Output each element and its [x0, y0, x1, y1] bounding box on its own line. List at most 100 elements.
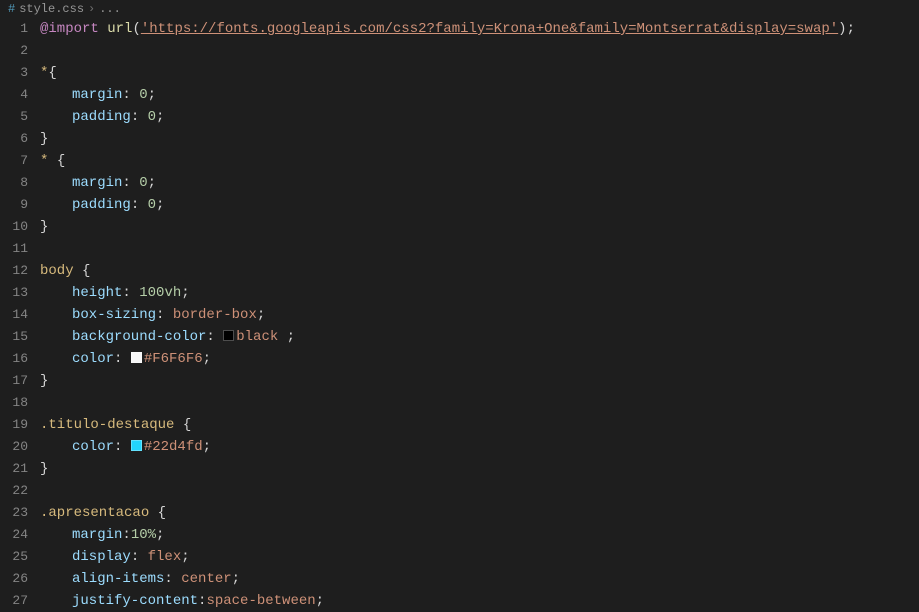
code-token: :	[156, 307, 173, 323]
code-token: margin	[72, 87, 122, 103]
code-token: ;	[203, 351, 211, 367]
code-token: box-sizing	[72, 307, 156, 323]
code-line[interactable]: color: #22d4fd;	[40, 436, 911, 458]
code-token: ;	[181, 549, 189, 565]
line-number-gutter: 1234567891011121314151617181920212223242…	[0, 18, 40, 612]
code-token: 0	[148, 109, 156, 125]
code-line[interactable]: padding: 0;	[40, 194, 911, 216]
code-token	[149, 505, 157, 521]
code-line[interactable]	[40, 238, 911, 260]
code-token: display	[72, 549, 131, 565]
code-token: }	[40, 219, 48, 235]
code-line[interactable]: }	[40, 458, 911, 480]
code-token: 0	[139, 87, 147, 103]
color-swatch	[131, 440, 142, 451]
line-number: 24	[0, 524, 28, 546]
code-token: ;	[847, 21, 855, 37]
code-line[interactable]: justify-content:space-between;	[40, 590, 911, 612]
line-number: 17	[0, 370, 28, 392]
line-number: 25	[0, 546, 28, 568]
code-line[interactable]: background-color: black ;	[40, 326, 911, 348]
line-number: 26	[0, 568, 28, 590]
line-number: 10	[0, 216, 28, 238]
code-token: ;	[181, 285, 189, 301]
code-token: ;	[203, 439, 211, 455]
code-line[interactable]: body {	[40, 260, 911, 282]
code-token: color	[72, 351, 114, 367]
code-token: :	[122, 87, 139, 103]
code-content[interactable]: @import url('https://fonts.googleapis.co…	[40, 18, 919, 612]
line-number: 16	[0, 348, 28, 370]
code-token: flex	[148, 549, 182, 565]
line-number: 9	[0, 194, 28, 216]
code-line[interactable]: .titulo-destaque {	[40, 414, 911, 436]
line-number: 7	[0, 150, 28, 172]
code-token: ;	[287, 329, 295, 345]
code-token	[174, 417, 182, 433]
code-line[interactable]: margin:10%;	[40, 524, 911, 546]
code-line[interactable]: *{	[40, 62, 911, 84]
code-line[interactable]: box-sizing: border-box;	[40, 304, 911, 326]
code-line[interactable]: }	[40, 128, 911, 150]
code-token: {	[48, 65, 56, 81]
code-token: color	[72, 439, 114, 455]
code-token: @import	[40, 21, 99, 37]
code-line[interactable]: .apresentacao {	[40, 502, 911, 524]
code-line[interactable]: padding: 0;	[40, 106, 911, 128]
code-editor[interactable]: 1234567891011121314151617181920212223242…	[0, 18, 919, 612]
code-token: padding	[72, 109, 131, 125]
code-token: :	[164, 571, 181, 587]
code-token: {	[82, 263, 90, 279]
code-line[interactable]: }	[40, 370, 911, 392]
code-token: 'https://fonts.googleapis.com/css2?famil…	[141, 21, 838, 37]
code-token: .apresentacao	[40, 505, 149, 521]
code-token: {	[183, 417, 191, 433]
code-token: background-color	[72, 329, 206, 345]
code-line[interactable]: * {	[40, 150, 911, 172]
code-token: :	[114, 439, 131, 455]
code-token	[99, 21, 107, 37]
code-token: :	[131, 109, 148, 125]
code-token: #22d4fd	[144, 439, 203, 455]
code-token: )	[838, 21, 846, 37]
line-number: 23	[0, 502, 28, 524]
code-line[interactable]	[40, 392, 911, 414]
code-token: ;	[156, 527, 164, 543]
breadcrumb-separator: ›	[88, 2, 95, 16]
line-number: 11	[0, 238, 28, 260]
code-token: :	[122, 527, 130, 543]
code-line[interactable]: display: flex;	[40, 546, 911, 568]
code-line[interactable]: }	[40, 216, 911, 238]
code-line[interactable]	[40, 40, 911, 62]
breadcrumb[interactable]: # style.css › ...	[0, 0, 919, 18]
code-line[interactable]: height: 100vh;	[40, 282, 911, 304]
line-number: 21	[0, 458, 28, 480]
code-line[interactable]: margin: 0;	[40, 172, 911, 194]
code-token: margin	[72, 175, 122, 191]
line-number: 5	[0, 106, 28, 128]
code-token: height	[72, 285, 122, 301]
code-token: center	[181, 571, 231, 587]
code-token: }	[40, 131, 48, 147]
code-token: url	[107, 21, 132, 37]
code-line[interactable]: @import url('https://fonts.googleapis.co…	[40, 18, 911, 40]
line-number: 12	[0, 260, 28, 282]
line-number: 4	[0, 84, 28, 106]
code-token	[74, 263, 82, 279]
code-token: ;	[148, 87, 156, 103]
code-token: border-box	[173, 307, 257, 323]
code-token: ;	[148, 175, 156, 191]
code-line[interactable]: margin: 0;	[40, 84, 911, 106]
code-line[interactable]: align-items: center;	[40, 568, 911, 590]
code-line[interactable]	[40, 480, 911, 502]
code-token: margin	[72, 527, 122, 543]
line-number: 8	[0, 172, 28, 194]
code-line[interactable]: color: #F6F6F6;	[40, 348, 911, 370]
code-token: }	[40, 373, 48, 389]
code-token: {	[57, 153, 65, 169]
code-token: :	[131, 197, 148, 213]
code-token: ;	[156, 197, 164, 213]
line-number: 20	[0, 436, 28, 458]
code-token: padding	[72, 197, 131, 213]
code-token: .titulo-destaque	[40, 417, 174, 433]
